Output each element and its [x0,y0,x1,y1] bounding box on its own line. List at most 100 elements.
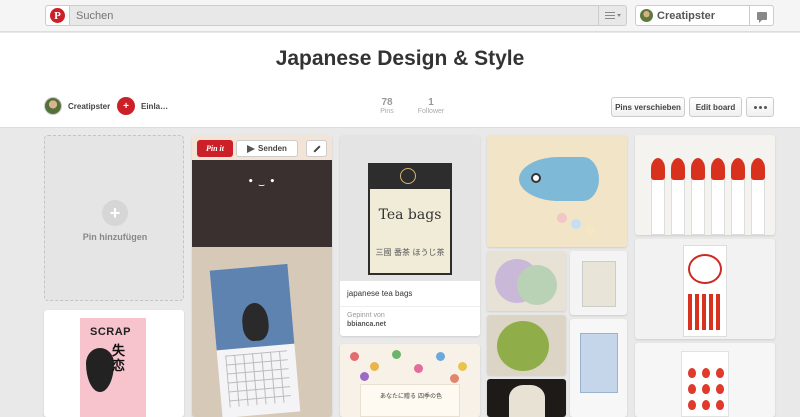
bag-image [580,333,618,393]
matchbox-emblem [688,254,722,284]
pin-card-daruma[interactable] [635,343,775,417]
calendar-face: • ‿ • [248,177,276,187]
tea-box-lid [368,163,452,189]
card-label: あなたに贈る 四季の色 [360,384,460,417]
username-label: Creatipster [657,9,716,22]
pinterest-logo-button[interactable]: P [45,5,69,26]
ball-decoration [557,213,567,223]
pin-card-scrap[interactable]: SCRAP 失恋 [44,310,184,417]
add-pin-tile[interactable]: + Pin hinzufügen [44,135,184,301]
owner-name: Creatipster [68,101,111,111]
dot-decoration [360,372,369,381]
edit-pin-button[interactable] [306,140,327,157]
daruma-figure [716,368,724,378]
pin-card-matchbox[interactable] [635,239,775,339]
pin-description: japanese tea bags [347,289,413,298]
pin-card-bag[interactable] [570,251,627,315]
more-options-button[interactable] [746,97,774,117]
tea-box-text: Tea bags [378,207,442,223]
matchbox-image [683,245,727,337]
pin-card-koi[interactable] [487,135,627,247]
tea-box-subtext: 三國 番茶 ほうじ茶 [375,248,445,257]
dot-decoration [458,362,467,371]
daruma-figure [716,384,724,394]
ball-decoration [585,225,595,235]
avatar [640,9,653,22]
pin-card-doll[interactable] [487,379,566,417]
scrap-title: SCRAP [90,326,132,338]
pin-it-button[interactable]: Pin it [197,140,233,157]
move-pins-button[interactable]: Pins verschieben [611,97,685,117]
scrap-kanji: 失恋 [112,344,126,374]
stick-figure [731,158,745,235]
tin-image [497,321,549,371]
dot-decoration [414,364,423,373]
pin-card-tea-bags[interactable]: Tea bags 三國 番茶 ほうじ茶 japanese tea bags Ge… [340,135,480,336]
plus-icon: + [102,200,128,226]
daruma-figure [688,400,696,410]
followers-count: 1 [428,97,434,108]
pin-card-coffee-bag[interactable] [570,319,627,417]
notifications-button[interactable] [750,5,774,26]
pin-image [192,247,332,417]
chevron-down-icon [616,14,621,17]
dot-decoration [350,352,359,361]
daruma-figure [688,368,696,378]
add-pin-label: Pin hinzufügen [82,232,148,242]
pencil-icon [312,144,321,153]
pinned-from-label: Gepinnt von [347,312,385,319]
koi-eye [531,173,541,183]
card-text: あなたに贈る 四季の色 [380,393,442,400]
emblem-icon [400,168,416,184]
calendar-paper [209,263,301,417]
search-input[interactable] [69,5,599,26]
message-bubble-icon [756,11,767,23]
board-header: Japanese Design & Style Creatipster + Ei… [0,33,800,128]
divider [340,306,480,307]
avatar [44,97,62,115]
tea-box: Tea bags 三國 番茶 ほうじ茶 [368,163,452,275]
add-user-icon: + [117,97,135,115]
teardrop-figure [86,348,114,392]
followers-stat[interactable]: 1 Follower [406,97,456,115]
dot-decoration [450,374,459,383]
pin-card-green-tin[interactable] [487,315,566,375]
user-profile-button[interactable]: Creatipster [635,5,750,26]
invite-collaborators[interactable]: + Einla… [117,97,168,115]
pin-image: SCRAP 失恋 [80,318,146,417]
pinterest-logo-icon: P [50,8,65,23]
stick-figure [711,158,725,235]
invite-label: Einla… [141,101,169,111]
doll-figure [509,385,545,417]
more-dots-icon [753,105,767,109]
pin-card-calendar[interactable]: • ‿ • Pin it Senden [192,135,332,417]
board-owner[interactable]: Creatipster [44,97,110,115]
hamburger-icon [604,12,615,19]
top-bar: P Creatipster [0,0,800,32]
pin-source-link[interactable]: bbianca.net [347,321,386,328]
daruma-figure [688,384,696,394]
paper-plane-icon [247,144,256,153]
send-button[interactable]: Senden [236,140,298,157]
dot-decoration [370,362,379,371]
pins-count: 78 [381,97,393,108]
daruma-figure [702,400,710,410]
pin-image: Tea bags 三國 番茶 ほうじ茶 [340,135,480,281]
edit-board-button[interactable]: Edit board [689,97,742,117]
pins-stat[interactable]: 78 Pins [362,97,412,115]
followers-label: Follower [417,108,445,115]
daruma-figure [702,368,710,378]
tin-image [517,265,557,305]
pin-card-dots[interactable]: あなたに贈る 四季の色 [340,344,480,417]
menu-button[interactable] [599,5,627,26]
stick-figure [691,158,705,235]
pin-card-red-figures[interactable] [635,135,775,235]
page-title: Japanese Design & Style [275,47,525,70]
bag-image [582,261,616,307]
pins-label: Pins [380,108,394,115]
matchbox-matches [688,294,722,330]
daruma-figure [702,384,710,394]
stick-figure [751,158,765,235]
dot-decoration [392,350,401,359]
pin-card-tins[interactable] [487,251,566,311]
